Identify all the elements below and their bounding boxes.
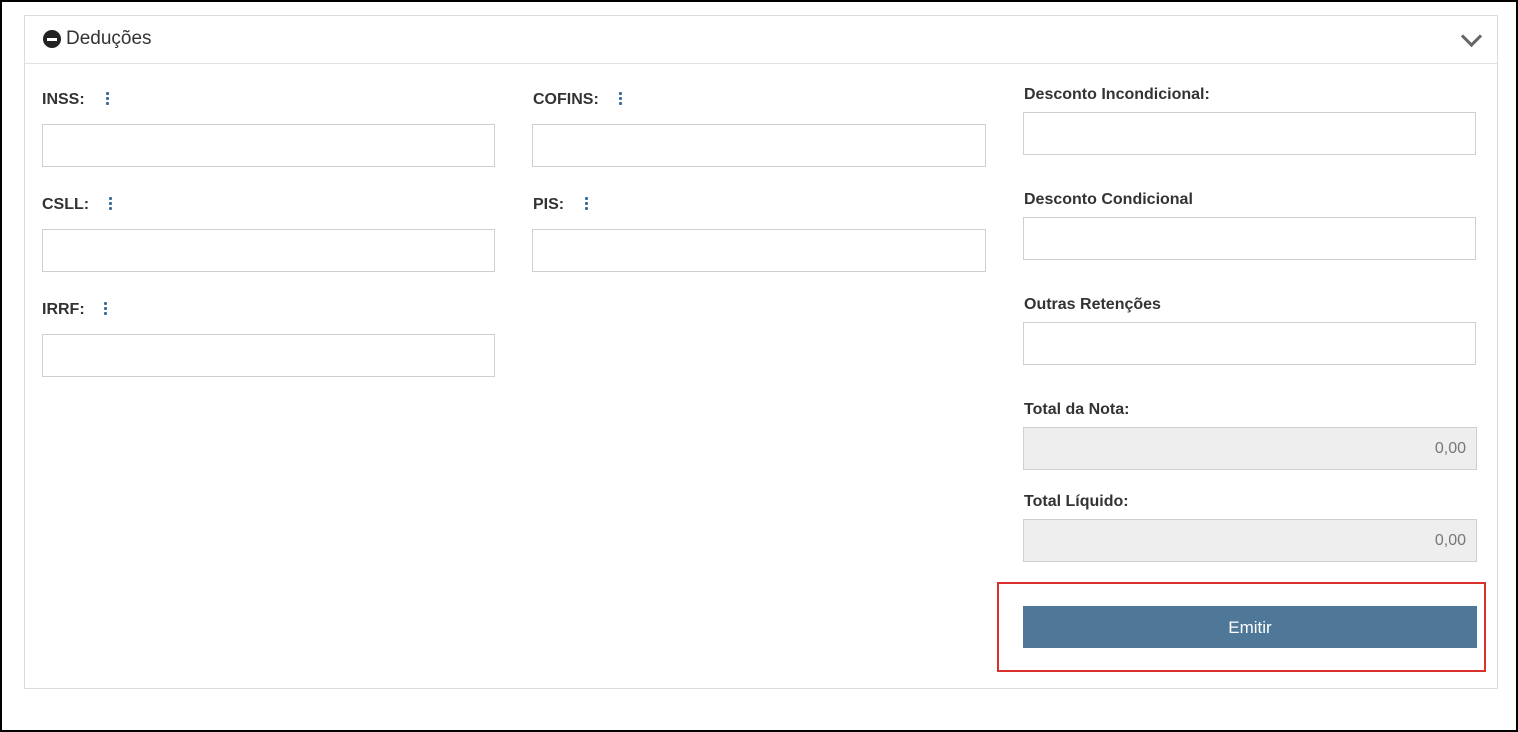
inss-label: INSS: [42,91,85,108]
minus-circle-icon [43,30,61,48]
csll-input[interactable] [42,229,495,272]
irrf-label: IRRF: [42,301,85,318]
outras-retencoes-label: Outras Retenções [1024,296,1161,313]
total-liquido-field [1023,519,1477,562]
more-options-icon[interactable] [585,197,589,211]
desconto-incondicional-label: Desconto Incondicional: [1024,86,1210,103]
more-options-icon[interactable] [104,302,108,316]
outras-retencoes-input[interactable] [1023,322,1476,365]
chevron-down-icon[interactable] [1460,25,1483,48]
pis-input[interactable] [532,229,986,272]
more-options-icon[interactable] [106,92,110,106]
total-nota-field [1023,427,1477,470]
panel-title: Deduções [66,28,152,49]
irrf-input[interactable] [42,334,495,377]
more-options-icon[interactable] [109,197,113,211]
total-nota-label: Total da Nota: [1024,401,1130,418]
cofins-input[interactable] [532,124,986,167]
total-liquido-label: Total Líquido: [1024,493,1129,510]
inss-input[interactable] [42,124,495,167]
cofins-label: COFINS: [533,91,599,108]
desconto-incondicional-input[interactable] [1023,112,1476,155]
screenshot-frame: Deduções INSS: CSLL: IRRF: COFINS: PIS: … [0,0,1518,732]
csll-label: CSLL: [42,196,90,213]
emit-button[interactable]: Emitir [1023,606,1477,648]
panel-header[interactable]: Deduções [25,16,1497,64]
desconto-condicional-label: Desconto Condicional [1024,191,1193,208]
more-options-icon[interactable] [619,92,623,106]
pis-label: PIS: [533,196,565,213]
desconto-condicional-input[interactable] [1023,217,1476,260]
